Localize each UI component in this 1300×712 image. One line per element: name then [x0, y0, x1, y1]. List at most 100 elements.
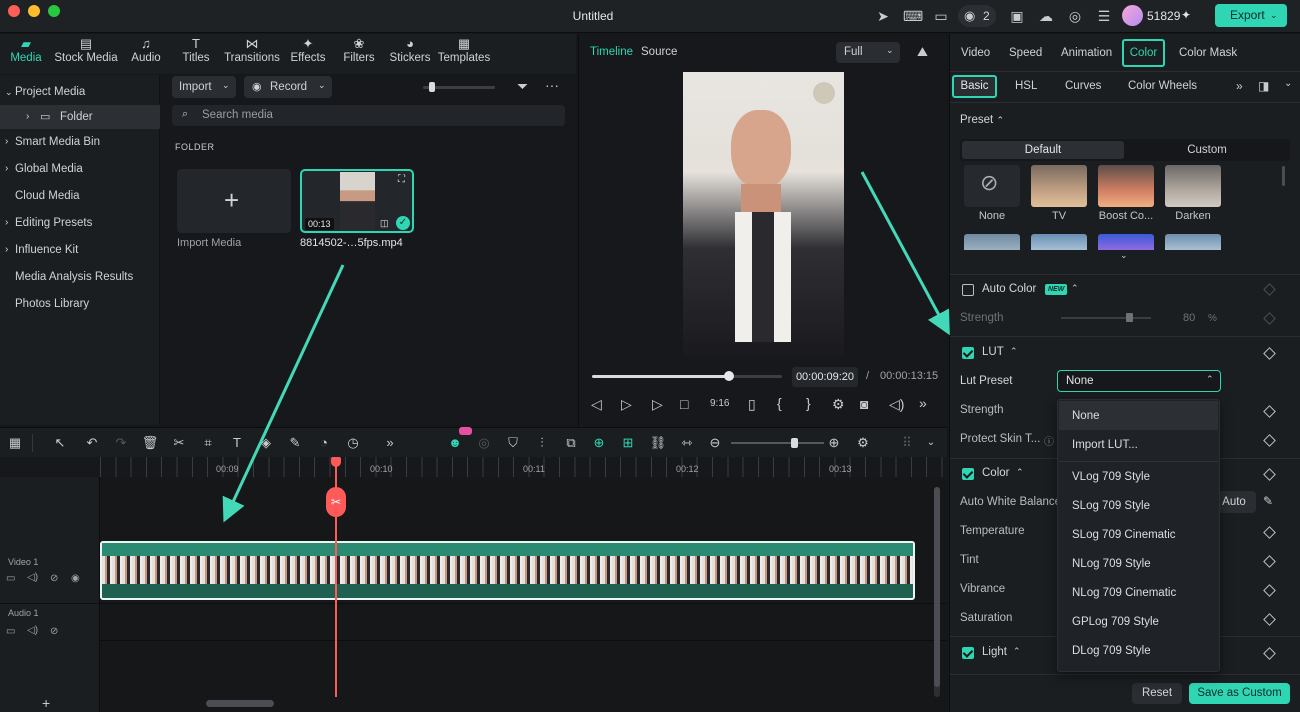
sidebar-item-media-analysis[interactable]: Media Analysis Results: [0, 265, 160, 289]
play-icon[interactable]: ▷: [652, 396, 663, 413]
more-controls-icon[interactable]: »: [919, 395, 927, 411]
sidebar-item-editing-presets[interactable]: › Editing Presets: [0, 211, 160, 235]
tab-color[interactable]: Color: [1122, 39, 1165, 67]
sidebar-item-folder[interactable]: › ▭ Folder: [0, 105, 160, 129]
fit-timeline-icon[interactable]: ⇿: [678, 434, 696, 452]
snap-icon[interactable]: ⊕: [590, 434, 608, 452]
tab-timeline[interactable]: Timeline: [590, 46, 633, 58]
vertical-scrollbar[interactable]: [934, 487, 940, 697]
preset-boost-color[interactable]: [1098, 165, 1154, 207]
tab-animation[interactable]: Animation: [1061, 47, 1112, 59]
audio-stretch-icon[interactable]: ⫶: [533, 434, 551, 452]
redo-icon[interactable]: ↷: [112, 434, 130, 452]
cloud-icon[interactable]: ☁: [1037, 7, 1055, 25]
thumbnail-size-slider[interactable]: [423, 82, 495, 92]
shield-icon[interactable]: ⛉: [504, 434, 522, 452]
preset-tv[interactable]: [1031, 165, 1087, 207]
reset-button[interactable]: Reset: [1132, 683, 1182, 704]
volume-icon[interactable]: ◁): [889, 396, 904, 413]
horizontal-scrollbar[interactable]: [206, 700, 274, 707]
preset-custom-tab[interactable]: Custom: [1126, 141, 1288, 159]
undo-icon[interactable]: ↶: [83, 434, 101, 452]
aspect-ratio-icon[interactable]: 9:16: [710, 398, 729, 409]
expand-presets-icon[interactable]: ⌄: [1120, 250, 1128, 261]
tab-color-mask[interactable]: Color Mask: [1179, 47, 1237, 59]
auto-color-strength-slider[interactable]: [1061, 313, 1151, 322]
subtab-basic[interactable]: Basic: [952, 75, 997, 98]
slider-handle[interactable]: [791, 438, 798, 448]
next-frame-icon[interactable]: ▷: [621, 396, 632, 413]
pen-icon[interactable]: ✎: [286, 434, 304, 452]
tab-audio[interactable]: ♫ Audio: [127, 34, 165, 74]
chevron-up-icon[interactable]: ⌃: [1016, 467, 1024, 478]
speed-icon[interactable]: ◔: [315, 434, 333, 452]
split-icon[interactable]: ✂: [170, 434, 188, 452]
keyframe-icon[interactable]: [1263, 312, 1276, 325]
volume-icon[interactable]: ◁): [27, 572, 38, 583]
slider-handle[interactable]: [429, 82, 435, 92]
sidebar-item-cloud-media[interactable]: Cloud Media: [0, 184, 160, 208]
chevron-up-icon[interactable]: ⌃: [1071, 283, 1079, 294]
sidebar-item-smart-media-bin[interactable]: › Smart Media Bin: [0, 130, 160, 154]
chevron-up-icon[interactable]: ⌃: [1013, 646, 1021, 657]
send-icon[interactable]: ➤: [874, 7, 892, 25]
auto-reframe-icon[interactable]: ◎: [475, 434, 493, 452]
minimize-window-button[interactable]: [28, 5, 40, 17]
save-icon[interactable]: ▣: [1008, 7, 1026, 25]
chevron-down-icon[interactable]: ⌄: [922, 434, 940, 452]
avatar[interactable]: [1122, 5, 1143, 26]
mirror-icon[interactable]: ⧉: [562, 434, 580, 452]
auto-color-checkbox[interactable]: [962, 284, 974, 296]
tab-stock-media[interactable]: ▤ Stock Media: [53, 34, 119, 74]
import-media-tile[interactable]: +: [177, 169, 291, 233]
record-dropdown[interactable]: ◉ Record ⌄: [244, 76, 332, 98]
search-media-field[interactable]: ⌕ Search media: [172, 105, 565, 126]
lut-option-import[interactable]: Import LUT...: [1072, 439, 1138, 451]
preset-thumb[interactable]: [1165, 234, 1221, 250]
timeline-settings-icon[interactable]: ⚙: [854, 434, 872, 452]
mark-out-icon[interactable]: }: [806, 395, 811, 411]
save-as-custom-button[interactable]: Save as Custom: [1189, 683, 1290, 704]
keyframe-icon[interactable]: [1263, 468, 1276, 481]
link-clips-icon[interactable]: ⊞: [619, 434, 637, 452]
eyedropper-icon[interactable]: ✎: [1263, 494, 1273, 508]
stop-icon[interactable]: □: [680, 396, 688, 412]
preset-thumb[interactable]: [1098, 234, 1154, 250]
playhead-handle[interactable]: [331, 457, 341, 467]
quality-select[interactable]: Full ⌄: [836, 42, 900, 63]
tab-speed[interactable]: Speed: [1009, 47, 1042, 59]
preset-none[interactable]: ⊘: [964, 165, 1020, 207]
lut-option-vlog[interactable]: VLog 709 Style: [1072, 471, 1150, 483]
lut-option-slog-cinematic[interactable]: SLog 709 Cinematic: [1072, 529, 1176, 541]
zoom-out-icon[interactable]: ⊖: [706, 434, 724, 452]
tab-source[interactable]: Source: [641, 46, 677, 58]
zoom-in-icon[interactable]: ⊕: [825, 434, 843, 452]
slider-handle[interactable]: [1126, 313, 1133, 322]
compare-icon[interactable]: ◨: [1258, 79, 1269, 93]
close-window-button[interactable]: [8, 5, 20, 17]
filter-icon[interactable]: ⏷: [517, 78, 528, 95]
light-checkbox[interactable]: [962, 647, 974, 659]
grid-view-icon[interactable]: ⠿: [898, 434, 916, 452]
notifications-button[interactable]: ◉ 2: [958, 5, 996, 27]
keyframe-icon[interactable]: [1263, 283, 1276, 296]
layout-grid-icon[interactable]: ▦: [6, 434, 24, 452]
video-clip[interactable]: [100, 541, 915, 600]
lut-option-nlog-cinematic[interactable]: NLog 709 Cinematic: [1072, 587, 1176, 599]
tab-video[interactable]: Video: [961, 47, 990, 59]
folder-icon[interactable]: ▭: [6, 573, 15, 584]
camera-icon[interactable]: ◙: [860, 396, 868, 412]
subtab-hsl[interactable]: HSL: [1015, 80, 1037, 92]
crop-icon[interactable]: ⌗: [199, 434, 217, 452]
marker-icon[interactable]: ▯: [748, 396, 756, 413]
lut-option-label[interactable]: None: [1072, 410, 1100, 422]
zoom-window-button[interactable]: [48, 5, 60, 17]
chevron-down-icon[interactable]: ⌄: [1284, 78, 1292, 89]
preset-section[interactable]: Preset ⌃: [960, 114, 1004, 126]
select-tool-icon[interactable]: ↖: [51, 434, 69, 452]
media-clip-thumbnail[interactable]: 00:13 ⛶ ◫ ✓: [300, 169, 414, 233]
lock-icon[interactable]: ⊘: [50, 626, 58, 637]
keyframe-icon[interactable]: [1263, 584, 1276, 597]
timer-icon[interactable]: ◷: [344, 434, 362, 452]
scissors-icon[interactable]: ✂: [326, 487, 346, 517]
